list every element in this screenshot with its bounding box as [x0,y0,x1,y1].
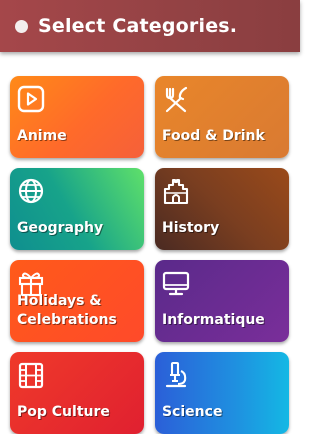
microscope-icon [161,360,191,390]
category-label: Holidays & Celebrations [17,293,117,328]
category-label: History [162,220,220,236]
globe-icon [16,176,46,206]
castle-icon [161,176,191,206]
category-card-informatique[interactable]: Informatique [155,260,289,342]
category-label: Informatique [162,312,265,328]
category-card-geography[interactable]: Geography [10,168,144,250]
fork-knife-icon [161,84,191,114]
category-card-holidays-celebrations[interactable]: Holidays & Celebrations [10,260,144,342]
film-icon [16,360,46,390]
play-icon [16,84,46,114]
monitor-icon [161,268,191,298]
category-label: Anime [17,128,67,144]
category-card-science[interactable]: Science [155,352,289,434]
category-label: Pop Culture [17,404,110,420]
category-label: Geography [17,220,104,236]
category-grid: Anime Food & Drink Geography History Hol… [0,0,300,434]
category-label: Food & Drink [162,128,265,144]
category-card-pop-culture[interactable]: Pop Culture [10,352,144,434]
category-card-food-drink[interactable]: Food & Drink [155,76,289,158]
category-card-history[interactable]: History [155,168,289,250]
category-card-anime[interactable]: Anime [10,76,144,158]
category-label: Science [162,404,223,420]
